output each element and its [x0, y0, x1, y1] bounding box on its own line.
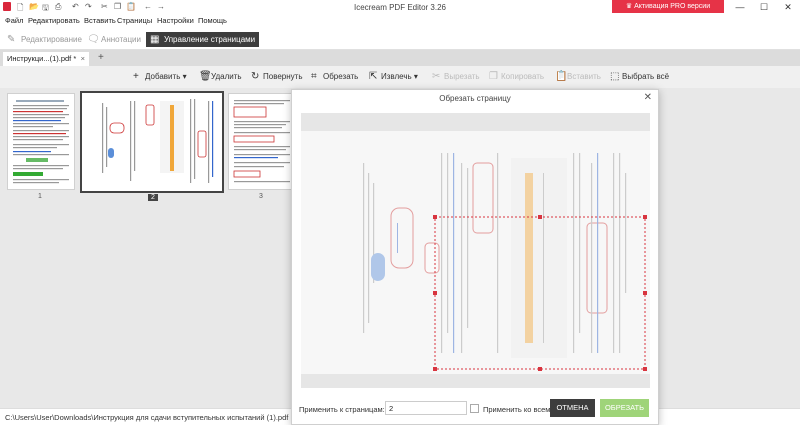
- maximize-button[interactable]: ☐: [752, 1, 776, 13]
- document-tab[interactable]: Инструкци...(1).pdf * ×: [3, 52, 89, 66]
- extract-button[interactable]: ⇱ Извлечь ▾: [369, 71, 418, 83]
- extract-label: Извлечь: [381, 72, 412, 81]
- copy-button[interactable]: ❐ Копировать: [489, 71, 544, 83]
- rotate-button[interactable]: ↻ Повернуть: [251, 71, 303, 83]
- tab-close-icon[interactable]: ×: [81, 52, 85, 66]
- activate-pro-button[interactable]: ♛ Активация PRO версии: [612, 0, 724, 13]
- mode-edit[interactable]: ✎ Редактирование: [3, 32, 86, 47]
- cancel-button[interactable]: ОТМЕНА: [550, 399, 595, 417]
- dialog-title: Обрезать страницу: [439, 94, 511, 103]
- crop-handle-left[interactable]: [433, 291, 437, 295]
- mode-annotations-label: Аннотации: [101, 35, 141, 44]
- trash-icon: 🗑: [199, 71, 212, 82]
- cut-label: Вырезать: [444, 72, 480, 81]
- crop-confirm-button[interactable]: ОБРЕЗАТЬ: [600, 399, 649, 417]
- chevron-down-icon: ▾: [182, 72, 187, 81]
- paste-button[interactable]: 📋Вставить: [555, 71, 601, 83]
- crop-handle-right[interactable]: [643, 291, 647, 295]
- page-thumbnail-3[interactable]: [228, 93, 296, 190]
- copy-icon: ❐: [489, 71, 498, 82]
- menu-file[interactable]: Файл: [5, 16, 23, 25]
- page-number-3: 3: [259, 193, 263, 200]
- mode-edit-label: Редактирование: [21, 35, 82, 44]
- crop-icon: ⌗: [311, 71, 317, 82]
- page-number-1: 1: [38, 193, 42, 200]
- dialog-footer: Применить к страницам: Применить ко всем…: [292, 396, 658, 424]
- paste-icon: 📋: [555, 71, 568, 82]
- plus-icon: +: [133, 71, 139, 82]
- page-1-content: [13, 100, 69, 184]
- page-thumbnail-2[interactable]: [80, 91, 224, 193]
- document-tab-bar: Инструкци...(1).pdf * × +: [0, 50, 800, 66]
- copy-label: Копировать: [501, 72, 545, 81]
- title-bar: 🗋 📂 🖫 ⎙ ↶ ↷ ✂ ❐ 📋 ← → Icecream PDF Edito…: [0, 0, 800, 14]
- rotate-label: Повернуть: [263, 72, 303, 81]
- paste-label: Вставить: [567, 72, 601, 81]
- cut-button[interactable]: ✂ Вырезать: [432, 71, 480, 83]
- cut-icon: ✂: [432, 71, 441, 82]
- page-3-content: [233, 100, 290, 183]
- close-button[interactable]: ✕: [776, 1, 800, 13]
- comment-icon: 🗨: [87, 34, 100, 45]
- menu-help[interactable]: Помощь: [198, 16, 227, 25]
- menu-edit[interactable]: Редактировать: [28, 16, 80, 25]
- rotate-icon: ↻: [251, 71, 260, 82]
- close-icon[interactable]: ✕: [644, 92, 652, 103]
- crop-handle-bottom-right[interactable]: [643, 367, 647, 371]
- promo-label: Активация PRO версии: [634, 3, 711, 10]
- delete-label: Удалить: [211, 72, 242, 81]
- add-tab-button[interactable]: +: [98, 53, 104, 63]
- menu-pages[interactable]: Страницы: [117, 16, 152, 25]
- apply-all-label: Применить ко всем: [483, 405, 551, 414]
- menu-insert[interactable]: Вставить: [84, 16, 116, 25]
- mode-page-management[interactable]: ▦ Управление страницами: [146, 32, 260, 47]
- apply-all-checkbox[interactable]: [470, 404, 479, 413]
- menu-settings[interactable]: Настройки: [157, 16, 194, 25]
- add-button[interactable]: + Добавить ▾: [133, 71, 187, 83]
- crop-preview[interactable]: [301, 113, 650, 388]
- pencil-icon: ✎: [7, 34, 16, 45]
- mode-bar: ✎ Редактирование 🗨 Аннотации ▦ Управление с…: [0, 28, 800, 50]
- mode-page-management-label: Управление страницами: [164, 35, 256, 44]
- page-preview-content: [363, 153, 647, 371]
- page-2-content: [102, 99, 214, 183]
- crop-handle-top-left[interactable]: [433, 215, 437, 219]
- menu-bar: Файл Редактировать Вставить Страницы Нас…: [0, 14, 800, 28]
- page-thumbnail-1[interactable]: [7, 93, 75, 190]
- mode-annotations[interactable]: 🗨 Аннотации: [83, 32, 145, 47]
- chevron-down-icon: ▾: [413, 72, 418, 81]
- extract-icon: ⇱: [369, 71, 378, 82]
- crop-handle-bottom[interactable]: [538, 367, 542, 371]
- select-all-button[interactable]: ⬚ Выбрать всё: [610, 71, 669, 83]
- add-label: Добавить: [145, 72, 181, 81]
- page-number-2: 2: [148, 194, 158, 201]
- pages-input[interactable]: [385, 401, 467, 415]
- crop-handle-top-right[interactable]: [643, 215, 647, 219]
- delete-button[interactable]: 🗑Удалить: [199, 71, 242, 83]
- page-toolbar: + Добавить ▾ 🗑Удалить ↻ Повернуть ⌗ Обрезат…: [0, 66, 800, 88]
- crop-handle-top[interactable]: [538, 215, 542, 219]
- crop-label: Обрезать: [323, 72, 359, 81]
- document-tab-label: Инструкци...(1).pdf *: [7, 54, 77, 63]
- select-all-icon: ⬚: [610, 71, 620, 82]
- crown-icon: ♛: [625, 3, 635, 10]
- pages-icon: ▦: [150, 34, 160, 45]
- apply-to-pages-label: Применить к страницам:: [299, 405, 385, 414]
- crop-button[interactable]: ⌗ Обрезать: [311, 71, 358, 83]
- crop-handle-bottom-left[interactable]: [433, 367, 437, 371]
- select-all-label: Выбрать всё: [622, 72, 670, 81]
- minimize-button[interactable]: —: [728, 1, 752, 13]
- crop-page-dialog: Обрезать страницу ✕ Применить к страница…: [291, 89, 659, 425]
